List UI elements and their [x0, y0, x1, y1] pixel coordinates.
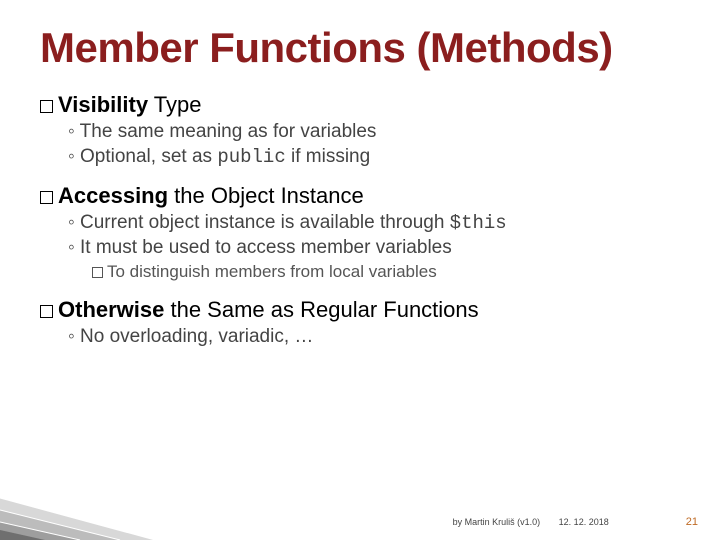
heading-strong: Accessing: [58, 183, 168, 208]
heading-rest: Type: [148, 92, 201, 117]
heading-rest: the Object Instance: [168, 183, 364, 208]
slide-title: Member Functions (Methods): [40, 24, 680, 72]
code-inline: $this: [450, 212, 507, 234]
section-heading: Otherwise the Same as Regular Functions: [40, 297, 680, 323]
sub-bullet: ◦ No overloading, variadic, …: [40, 325, 680, 350]
corner-decoration: [0, 480, 155, 540]
sub-bullet: ◦ Current object instance is available t…: [40, 211, 680, 236]
heading-strong: Otherwise: [58, 297, 164, 322]
section-heading: Accessing the Object Instance: [40, 183, 680, 209]
code-inline: public: [217, 146, 285, 168]
bullet-box-icon: [40, 305, 53, 318]
bullet-box-icon: [40, 100, 53, 113]
slide-body: Member Functions (Methods) Visibility Ty…: [0, 0, 720, 350]
footer-author: by Martin Kruliš (v1.0): [453, 517, 541, 527]
heading-strong: Visibility: [58, 92, 148, 117]
footer-date: 12. 12. 2018: [559, 517, 609, 527]
heading-rest: the Same as Regular Functions: [164, 297, 478, 322]
bullet-box-small-icon: [92, 267, 103, 278]
section-otherwise: Otherwise the Same as Regular Functions …: [40, 297, 680, 350]
slide-footer: by Martin Kruliš (v1.0) 12. 12. 2018 21: [437, 516, 698, 528]
page-number: 21: [686, 516, 698, 528]
sub-bullet: ◦ It must be used to access member varia…: [40, 236, 680, 261]
bullet-box-icon: [40, 191, 53, 204]
sub-bullet: ◦ Optional, set as public if missing: [40, 145, 680, 170]
section-visibility: Visibility Type ◦ The same meaning as fo…: [40, 92, 680, 169]
sub-sub-bullet: To distinguish members from local variab…: [40, 261, 680, 283]
section-heading: Visibility Type: [40, 92, 680, 118]
section-accessing: Accessing the Object Instance ◦ Current …: [40, 183, 680, 282]
sub-bullet: ◦ The same meaning as for variables: [40, 120, 680, 145]
